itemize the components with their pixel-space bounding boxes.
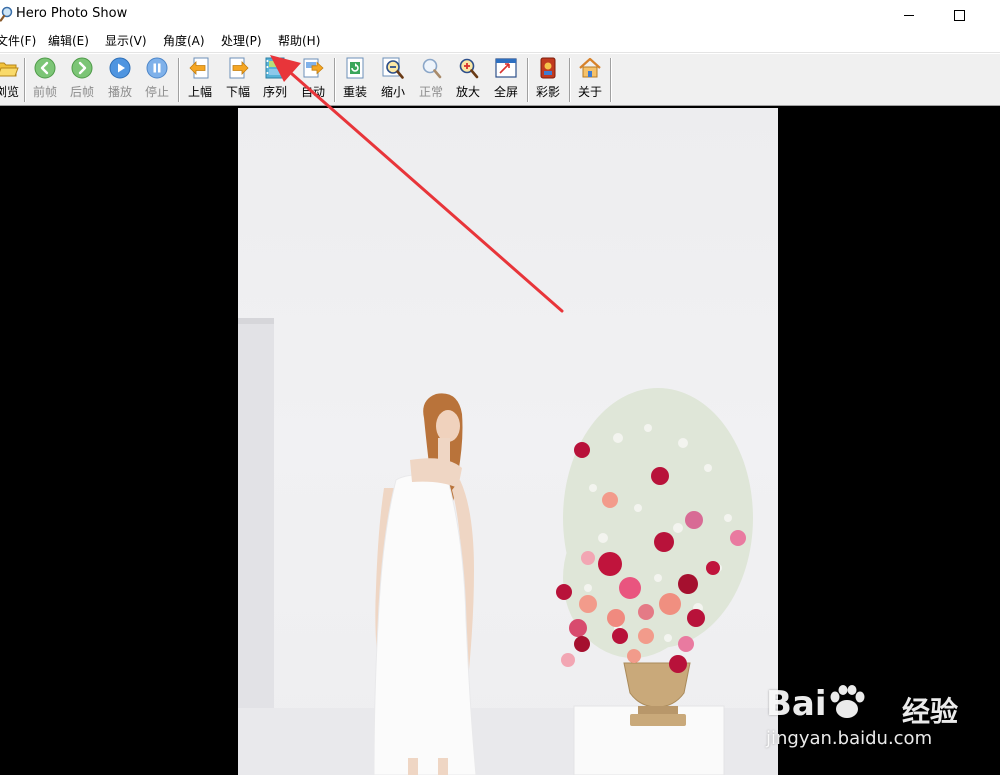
magnifier-icon (422, 58, 442, 79)
blue-play-icon (109, 57, 131, 79)
window-title: Hero Photo Show (16, 6, 128, 21)
fullscreen-button[interactable]: 全屏 (489, 56, 523, 104)
toolbar-separator (24, 58, 26, 102)
magnifier-plus-icon (459, 58, 479, 79)
sequence-label: 序列 (262, 85, 287, 99)
about-label: 关于 (577, 85, 602, 99)
toolbar-separator (527, 58, 529, 102)
menu-angle[interactable]: 角度(A) (163, 33, 205, 49)
toolbar-separator (178, 58, 180, 102)
paw-icon (830, 685, 865, 718)
zoom-out-label: 缩小 (380, 85, 405, 99)
prev-frame-label: 前帧 (32, 85, 57, 99)
prev-image-button[interactable]: 上幅 (183, 56, 217, 104)
auto-button[interactable]: 自动 (296, 56, 330, 104)
normal-size-label: 正常 (418, 85, 443, 99)
reload-label: 重装 (342, 85, 367, 99)
next-image-button[interactable]: 下幅 (221, 56, 255, 104)
play-button[interactable]: 播放 (103, 56, 137, 104)
next-image-label: 下幅 (225, 85, 250, 99)
baidu-logo-bai: Bai (766, 684, 827, 724)
reload-button[interactable]: 重装 (338, 56, 372, 104)
app-window: Hero Photo Show 文件(F) 编辑(E) 显示(V) 角度(A) … (0, 0, 1000, 775)
browse-button[interactable]: 浏览 (0, 56, 24, 104)
photo-vase-foot (630, 714, 686, 726)
browse-label: 浏览 (0, 85, 19, 99)
play-label: 播放 (107, 85, 132, 99)
minimize-button[interactable] (886, 0, 932, 30)
next-frame-button[interactable]: 后帧 (65, 56, 99, 104)
blue-pause-icon (146, 57, 168, 79)
magnifier-app-icon (0, 6, 13, 22)
color-film-icon (540, 57, 556, 79)
photo-woman-leg (438, 758, 448, 775)
folder-open-icon (0, 62, 19, 77)
zoom-in-label: 放大 (455, 85, 480, 99)
auto-label: 自动 (300, 85, 325, 99)
maximize-button[interactable] (936, 0, 982, 30)
green-right-arrow-icon (71, 57, 93, 79)
next-frame-label: 后帧 (69, 85, 94, 99)
zoom-in-button[interactable]: 放大 (451, 56, 485, 104)
magnifier-minus-icon (382, 57, 404, 79)
page-right-arrow-icon (229, 57, 249, 79)
green-left-arrow-icon (34, 57, 56, 79)
stop-label: 停止 (144, 85, 169, 99)
photo-woman-leg (408, 758, 418, 775)
fullscreen-label: 全屏 (493, 85, 518, 99)
zoom-out-button[interactable]: 缩小 (376, 56, 410, 104)
reload-icon (346, 57, 364, 79)
sequence-button[interactable]: 序列 (258, 56, 292, 104)
toolbar: 浏览 前帧 后帧 播放 停止 上幅 下幅 序列 自动 重装 缩小 正常 放大 全… (0, 53, 1000, 106)
menu-process[interactable]: 处理(P) (221, 33, 262, 49)
stop-button[interactable]: 停止 (140, 56, 174, 104)
menu-view[interactable]: 显示(V) (105, 33, 147, 49)
maximize-icon (953, 9, 965, 21)
minimize-icon (904, 14, 914, 16)
baidu-logo-text: Bai du (766, 684, 867, 724)
menu-file[interactable]: 文件(F) (0, 33, 36, 49)
toolbar-separator (610, 58, 612, 102)
menu-help[interactable]: 帮助(H) (278, 33, 320, 49)
photo-wall-panel (238, 318, 274, 775)
page-left-arrow-icon (189, 57, 209, 79)
normal-size-button[interactable]: 正常 (414, 56, 448, 104)
menu-edit[interactable]: 编辑(E) (48, 33, 89, 49)
toolbar-separator (334, 58, 336, 102)
prev-image-label: 上幅 (187, 85, 212, 99)
color-button[interactable]: 彩影 (531, 56, 565, 104)
auto-slideshow-icon (303, 58, 324, 78)
fullscreen-icon (495, 58, 517, 78)
photo-vase-base (638, 706, 678, 714)
photo-wall-panel-edge (238, 318, 274, 324)
displayed-photo (238, 108, 778, 775)
about-button[interactable]: 关于 (573, 56, 607, 104)
prev-frame-button[interactable]: 前帧 (28, 56, 62, 104)
baidu-watermark: Bai du 经验 jingyan.baidu.com (764, 664, 1000, 754)
photo-woman-face (436, 410, 460, 442)
toolbar-separator (569, 58, 571, 102)
menu-bar: 文件(F) 编辑(E) 显示(V) 角度(A) 处理(P) 帮助(H) (0, 30, 1000, 53)
watermark-url: jingyan.baidu.com (766, 728, 933, 749)
photo-flower-cloud (563, 388, 753, 658)
film-strip-icon (265, 57, 285, 79)
photo-illustration (238, 318, 778, 775)
title-bar: Hero Photo Show (0, 0, 1000, 30)
house-icon (579, 57, 601, 78)
color-label: 彩影 (535, 85, 560, 99)
jingyan-text: 经验 (902, 695, 959, 728)
